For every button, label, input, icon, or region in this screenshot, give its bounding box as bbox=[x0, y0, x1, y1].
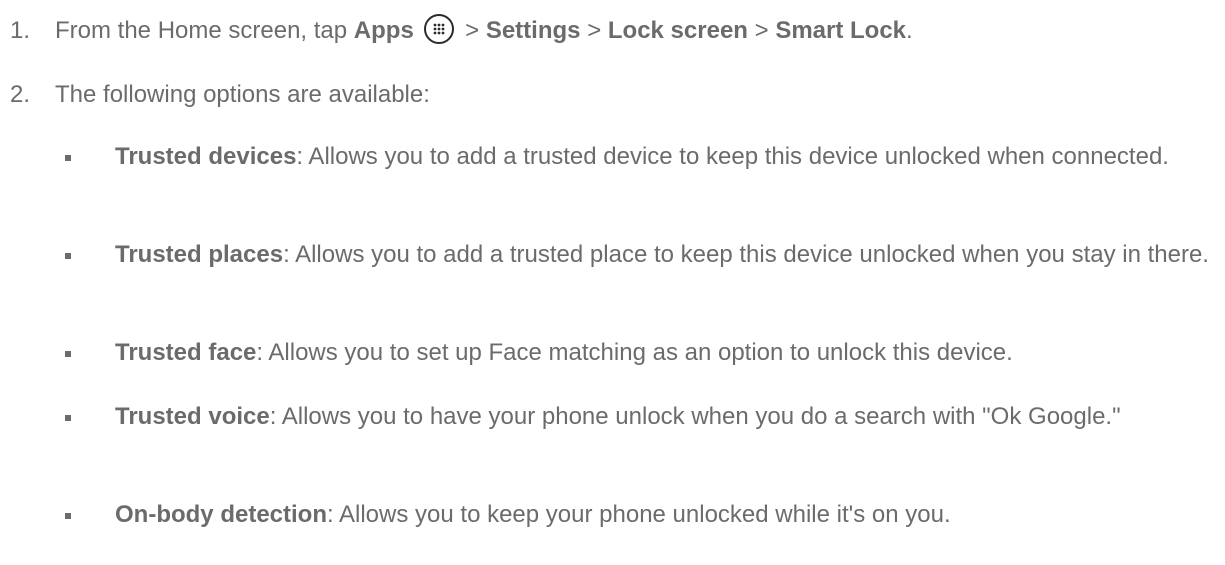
step-number: 2. bbox=[10, 81, 31, 108]
option-term: Trusted voice bbox=[115, 403, 270, 430]
bullet-marker bbox=[65, 513, 71, 519]
bullet-marker bbox=[65, 155, 71, 161]
option-term: On-body detection bbox=[115, 501, 327, 528]
option-description: : Allows you to add a trusted place to k… bbox=[283, 241, 1209, 268]
option-description: : Allows you to have your phone unlock w… bbox=[269, 403, 1121, 430]
settings-label: Settings bbox=[485, 17, 581, 44]
list-item: Trusted voice: Allows you to have your p… bbox=[55, 400, 1220, 435]
bullet-marker bbox=[65, 415, 71, 421]
step-2-text: The following options are available: bbox=[55, 81, 430, 108]
step-1-period: . bbox=[906, 17, 913, 44]
separator: > bbox=[465, 17, 480, 44]
bullet-marker bbox=[65, 253, 71, 259]
lock-screen-label: Lock screen bbox=[607, 17, 748, 44]
separator: > bbox=[754, 17, 769, 44]
option-description: : Allows you to add a trusted device to … bbox=[296, 143, 1169, 170]
list-item: Trusted places: Allows you to add a trus… bbox=[55, 238, 1220, 273]
option-term: Trusted face bbox=[115, 339, 257, 366]
smart-lock-label: Smart Lock bbox=[775, 17, 907, 44]
option-term: Trusted devices bbox=[115, 143, 297, 170]
apps-grid-icon bbox=[424, 13, 455, 44]
option-term: Trusted places bbox=[115, 241, 284, 268]
step-number: 1. bbox=[10, 17, 31, 44]
option-description: : Allows you to keep your phone unlocked… bbox=[327, 501, 951, 528]
option-description: : Allows you to set up Face matching as … bbox=[256, 339, 1013, 366]
step-2: 2. The following options are available: bbox=[10, 78, 430, 113]
list-item: Trusted devices: Allows you to add a tru… bbox=[55, 140, 1220, 175]
list-item: Trusted face: Allows you to set up Face … bbox=[55, 336, 1220, 371]
separator: > bbox=[587, 17, 602, 44]
step-1: 1. From the Home screen, tap Apps > Setti… bbox=[10, 13, 913, 49]
apps-label: Apps bbox=[353, 17, 414, 44]
list-item: On-body detection: Allows you to keep yo… bbox=[55, 498, 1220, 533]
step-1-prefix: From the Home screen, tap bbox=[55, 17, 348, 44]
bullet-marker bbox=[65, 351, 71, 357]
